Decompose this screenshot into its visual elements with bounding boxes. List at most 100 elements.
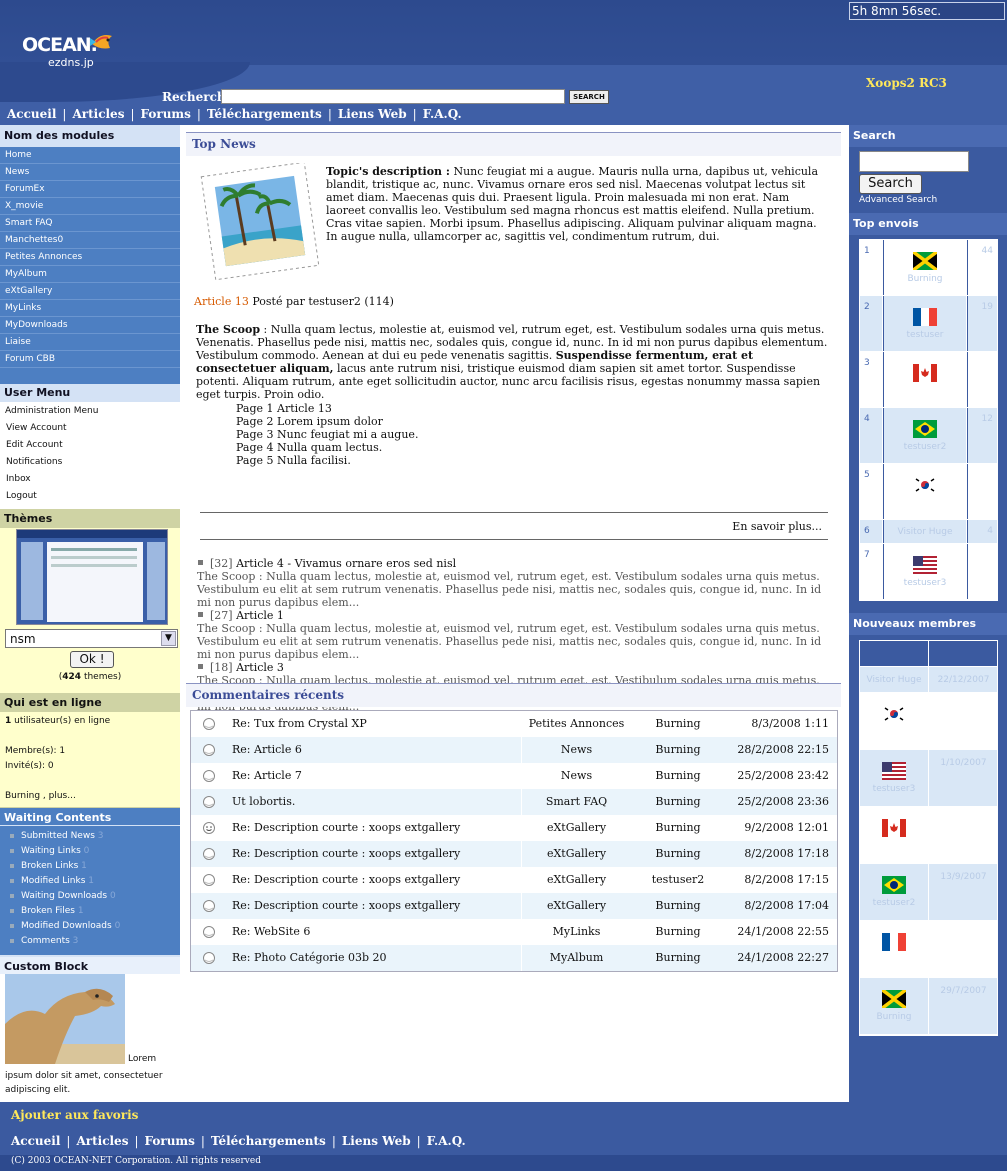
top-poster-name[interactable]: testuser2 — [884, 441, 966, 453]
comment-module[interactable]: eXtGallery — [521, 893, 631, 919]
page-link[interactable]: Page 1 Article 13 — [236, 402, 418, 415]
comment-row[interactable]: Re: Article 7 News Burning 25/2/2008 23:42 — [191, 763, 837, 789]
module-x-movie[interactable]: X_movie — [0, 198, 180, 215]
module-forumex[interactable]: ForumEx — [0, 181, 180, 198]
comment-title[interactable]: Re: Description courte : xoops extgaller… — [232, 841, 460, 867]
comment-module[interactable]: eXtGallery — [521, 815, 631, 841]
nav-telechargements[interactable]: Téléchargements — [207, 107, 322, 121]
comment-module[interactable]: eXtGallery — [521, 841, 631, 867]
comment-row[interactable]: Re: Description courte : xoops extgaller… — [191, 841, 837, 867]
module-mydownloads[interactable]: MyDownloads — [0, 317, 180, 334]
comment-row[interactable]: Re: WebSite 6 MyLinks Burning 24/1/2008 22:… — [191, 919, 837, 945]
comment-row[interactable]: Re: Article 6 News Burning 28/2/2008 22:15 — [191, 737, 837, 763]
right-search-button[interactable]: Search — [859, 174, 922, 194]
new-member-user[interactable]: testuser2 — [860, 864, 929, 920]
top-poster-name[interactable]: testuser — [884, 329, 966, 341]
other-article-title[interactable]: Article 1 — [236, 609, 284, 622]
waiting-item[interactable]: Broken Links 1 — [0, 859, 180, 874]
new-member-name[interactable]: Burning — [860, 1011, 928, 1023]
comment-row[interactable]: Re: Description courte : xoops extgaller… — [191, 893, 837, 919]
other-article-title[interactable]: Article 3 — [236, 661, 284, 674]
module-news[interactable]: News — [0, 164, 180, 181]
footer-nav-articles[interactable]: Articles — [76, 1134, 128, 1148]
comment-user[interactable]: Burning — [643, 789, 713, 815]
comment-row[interactable]: Re: Photo Catégorie 03b 20 MyAlbum Burning… — [191, 945, 837, 971]
article-link[interactable]: Article 13 — [194, 295, 249, 308]
top-poster-user[interactable]: testuser2 — [884, 408, 967, 463]
theme-ok-button[interactable]: Ok ! — [70, 651, 114, 668]
new-member-name[interactable]: testuser2 — [860, 897, 928, 909]
page-link[interactable]: Page 2 Lorem ipsum dolor — [236, 415, 418, 428]
usermenu-edit-account[interactable]: Edit Account — [0, 437, 180, 454]
comment-title[interactable]: Re: Article 7 — [232, 763, 302, 789]
add-favorites-link[interactable]: Ajouter aux favoris — [11, 1108, 138, 1122]
module-extgallery[interactable]: eXtGallery — [0, 283, 180, 300]
comment-user[interactable]: Burning — [643, 711, 713, 737]
top-poster-name[interactable]: Burning — [884, 273, 966, 285]
nav-articles[interactable]: Articles — [72, 107, 124, 121]
comment-title[interactable]: Ut lobortis. — [232, 789, 295, 815]
module-smart-faq[interactable]: Smart FAQ — [0, 215, 180, 232]
comment-row[interactable]: Ut lobortis. Smart FAQ Burning 25/2/2008 23… — [191, 789, 837, 815]
module-manchettes[interactable]: Manchettes0 — [0, 232, 180, 249]
comment-module[interactable]: MyLinks — [521, 919, 631, 945]
top-poster-user[interactable]: testuser3 — [884, 544, 967, 599]
theme-select[interactable]: nsm ▼ — [5, 629, 178, 648]
header-search-input[interactable] — [221, 89, 565, 104]
new-member-user[interactable] — [860, 807, 929, 863]
right-search-input[interactable] — [859, 151, 969, 172]
comment-row[interactable]: Re: Description courte : xoops extgaller… — [191, 815, 837, 841]
new-member-name[interactable]: testuser3 — [860, 783, 928, 795]
comment-user[interactable]: testuser2 — [643, 867, 713, 893]
module-home[interactable]: Home — [0, 147, 180, 164]
module-liaise[interactable]: Liaise — [0, 334, 180, 351]
top-poster-name[interactable]: Visitor Huge — [884, 520, 966, 544]
advanced-search-link[interactable]: Advanced Search — [859, 195, 937, 205]
top-poster-user[interactable] — [884, 352, 967, 407]
usermenu-logout[interactable]: Logout — [0, 488, 180, 505]
nav-liens-web[interactable]: Liens Web — [338, 107, 407, 121]
top-poster-user[interactable]: Burning — [884, 240, 967, 295]
header-search-button[interactable]: SEARCH — [569, 90, 609, 104]
module-myalbum[interactable]: MyAlbum — [0, 266, 180, 283]
comment-module[interactable]: Smart FAQ — [521, 789, 631, 815]
new-member-user[interactable]: testuser3 — [860, 750, 929, 806]
usermenu-view-account[interactable]: View Account — [0, 420, 180, 437]
top-poster-user[interactable]: testuser — [884, 296, 967, 351]
read-more-link[interactable]: En savoir plus... — [200, 520, 822, 533]
online-list[interactable]: Burning , plus... — [5, 789, 175, 804]
comment-user[interactable]: Burning — [643, 763, 713, 789]
comment-title[interactable]: Re: Tux from Crystal XP — [232, 711, 367, 737]
new-member-user[interactable] — [860, 921, 929, 977]
page-link[interactable]: Page 3 Nunc feugiat mi a augue. — [236, 428, 418, 441]
waiting-item[interactable]: Submitted News 3 — [0, 829, 180, 844]
top-poster-user[interactable]: Visitor Huge — [884, 520, 967, 543]
waiting-item[interactable]: Waiting Links 0 — [0, 844, 180, 859]
waiting-item[interactable]: Broken Files 1 — [0, 904, 180, 919]
comment-title[interactable]: Re: Description courte : xoops extgaller… — [232, 815, 460, 841]
waiting-item[interactable]: Waiting Downloads 0 — [0, 889, 180, 904]
page-link[interactable]: Page 4 Nulla quam lectus. — [236, 441, 418, 454]
waiting-item[interactable]: Comments 3 — [0, 934, 180, 949]
footer-nav-liens-web[interactable]: Liens Web — [342, 1134, 411, 1148]
comment-title[interactable]: Re: Article 6 — [232, 737, 302, 763]
page-link[interactable]: Page 5 Nulla facilisi. — [236, 454, 418, 467]
new-member-user[interactable]: Visitor Huge — [860, 667, 929, 692]
comment-module[interactable]: eXtGallery — [521, 867, 631, 893]
comment-module[interactable]: News — [521, 737, 631, 763]
comment-user[interactable]: Burning — [643, 919, 713, 945]
comment-title[interactable]: Re: Photo Catégorie 03b 20 — [232, 945, 387, 971]
module-mylinks[interactable]: MyLinks — [0, 300, 180, 317]
new-member-user[interactable] — [860, 693, 929, 749]
footer-nav-faq[interactable]: F.A.Q. — [427, 1134, 466, 1148]
comment-module[interactable]: News — [521, 763, 631, 789]
nav-faq[interactable]: F.A.Q. — [423, 107, 462, 121]
usermenu-inbox[interactable]: Inbox — [0, 471, 180, 488]
comment-user[interactable]: Burning — [643, 815, 713, 841]
comment-title[interactable]: Re: Description courte : xoops extgaller… — [232, 893, 460, 919]
comment-user[interactable]: Burning — [643, 841, 713, 867]
module-forum-cbb[interactable]: Forum CBB — [0, 351, 180, 368]
footer-nav-telechargements[interactable]: Téléchargements — [211, 1134, 326, 1148]
comment-user[interactable]: Burning — [643, 945, 713, 971]
waiting-item[interactable]: Modified Links 1 — [0, 874, 180, 889]
